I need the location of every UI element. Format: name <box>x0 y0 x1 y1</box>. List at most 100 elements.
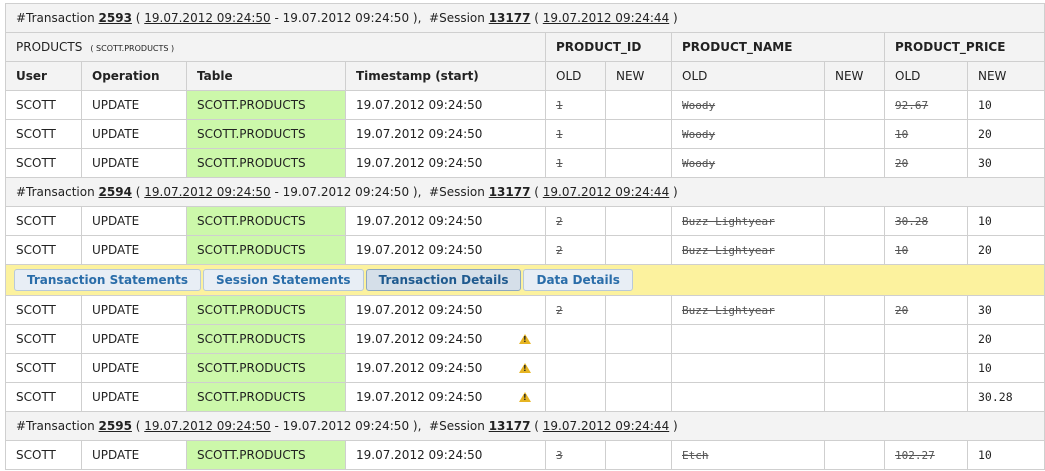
name-new-cell <box>824 90 885 120</box>
table-row[interactable]: SCOTT UPDATE SCOTT.PRODUCTS 19.07.2012 0… <box>5 295 1045 325</box>
price-new-cell: 10 <box>966 440 1045 470</box>
data-details-button[interactable]: Data Details <box>523 269 633 291</box>
operation-cell: UPDATE <box>81 90 187 120</box>
product-price-header[interactable]: PRODUCT_PRICE <box>883 32 1045 62</box>
name-old-value: Buzz Lightyear <box>682 215 775 228</box>
timestamp-value: 19.07.2012 09:24:50 <box>356 127 483 141</box>
name-old-cell: Etch <box>671 440 825 470</box>
user-cell: SCOTT <box>5 440 82 470</box>
table-row[interactable]: SCOTT UPDATE SCOTT.PRODUCTS 19.07.2012 0… <box>5 353 1045 383</box>
table-cell: SCOTT.PRODUCTS <box>186 382 346 412</box>
name-old-cell: Buzz Lightyear <box>671 235 825 265</box>
session-id-link[interactable]: 13177 <box>489 185 531 199</box>
id-old-cell: 2 <box>545 206 606 236</box>
transaction-start-link[interactable]: 19.07.2012 09:24:50 <box>144 185 270 199</box>
session-statements-button[interactable]: Session Statements <box>203 269 364 291</box>
session-id-link[interactable]: 13177 <box>489 11 531 25</box>
transaction-prefix: #Transaction <box>16 419 95 433</box>
table-row[interactable]: SCOTT UPDATE SCOTT.PRODUCTS 19.07.2012 0… <box>5 382 1045 412</box>
audit-grid: #Transaction 2593 ( 19.07.2012 09:24:50 … <box>4 3 1045 470</box>
table-cell: SCOTT.PRODUCTS <box>186 148 346 178</box>
action-bar: Transaction Statements Session Statements… <box>4 264 1045 296</box>
price-old-value: 20 <box>895 304 909 317</box>
id-old-cell: 3 <box>545 440 606 470</box>
session-time-link[interactable]: 19.07.2012 09:24:44 <box>543 419 669 433</box>
transaction-row: #Transaction 2594 ( 19.07.2012 09:24:50 … <box>4 177 1045 207</box>
operation-cell: UPDATE <box>81 206 187 236</box>
user-cell: SCOTT <box>5 206 82 236</box>
transaction-details-button[interactable]: Transaction Details <box>365 269 522 291</box>
table-row[interactable]: SCOTT UPDATE SCOTT.PRODUCTS 19.07.2012 0… <box>5 324 1045 354</box>
transaction-row: #Transaction 2595 ( 19.07.2012 09:24:50 … <box>4 411 1045 441</box>
warning-icon <box>519 392 531 402</box>
timestamp-value: 19.07.2012 09:24:50 <box>356 448 483 462</box>
name-old-cell: Woody <box>671 119 825 149</box>
table-row[interactable]: SCOTT UPDATE SCOTT.PRODUCTS 19.07.2012 0… <box>5 90 1045 120</box>
operation-cell: UPDATE <box>81 382 187 412</box>
transaction-prefix: #Transaction <box>16 185 95 199</box>
user-cell: SCOTT <box>5 148 82 178</box>
table-header[interactable]: Table <box>186 61 346 91</box>
operation-cell: UPDATE <box>81 353 187 383</box>
table-cell: SCOTT.PRODUCTS <box>186 440 346 470</box>
price-new-cell: 20 <box>966 235 1045 265</box>
table-row[interactable]: SCOTT UPDATE SCOTT.PRODUCTS 19.07.2012 0… <box>5 235 1045 265</box>
price-old-cell: 10 <box>884 235 968 265</box>
price-old-cell <box>884 324 968 354</box>
name-new-cell <box>824 382 885 412</box>
session-time-link[interactable]: 19.07.2012 09:24:44 <box>543 185 669 199</box>
id-old-value: 2 <box>556 304 563 317</box>
timestamp-value: 19.07.2012 09:24:50 <box>356 156 483 170</box>
transaction-id-link[interactable]: 2595 <box>99 419 132 433</box>
price-old-cell: 20 <box>884 148 968 178</box>
transaction-end: 19.07.2012 09:24:50 <box>282 11 410 25</box>
product-id-header[interactable]: PRODUCT_ID <box>545 32 672 62</box>
table-row[interactable]: SCOTT UPDATE SCOTT.PRODUCTS 19.07.2012 0… <box>5 119 1045 149</box>
product-name-header[interactable]: PRODUCT_NAME <box>671 32 885 62</box>
table-row[interactable]: SCOTT UPDATE SCOTT.PRODUCTS 19.07.2012 0… <box>5 440 1045 470</box>
user-cell: SCOTT <box>5 382 82 412</box>
timestamp-cell: 19.07.2012 09:24:50 <box>345 235 546 265</box>
session-id-link[interactable]: 13177 <box>489 419 531 433</box>
name-old-value: Woody <box>682 128 716 141</box>
id-new-cell <box>605 235 672 265</box>
transaction-header: #Transaction 2594 ( 19.07.2012 09:24:50 … <box>4 177 1045 207</box>
price-new-cell: 10 <box>966 206 1045 236</box>
timestamp-value: 19.07.2012 09:24:50 <box>356 214 483 228</box>
timestamp-header[interactable]: Timestamp (start) <box>345 61 546 91</box>
operation-header[interactable]: Operation <box>81 61 187 91</box>
transaction-end: 19.07.2012 09:24:50 <box>282 419 410 433</box>
id-old-cell: 2 <box>545 235 606 265</box>
name-old-cell: Buzz Lightyear <box>671 206 825 236</box>
price-new-cell: 30 <box>966 148 1045 178</box>
table-row[interactable]: SCOTT UPDATE SCOTT.PRODUCTS 19.07.2012 0… <box>5 206 1045 236</box>
id-new-cell <box>605 324 672 354</box>
name-new-header: NEW <box>824 61 885 91</box>
id-old-cell <box>545 353 606 383</box>
transaction-start-link[interactable]: 19.07.2012 09:24:50 <box>144 419 270 433</box>
table-cell: SCOTT.PRODUCTS <box>186 295 346 325</box>
price-old-header: OLD <box>884 61 968 91</box>
id-old-value: 2 <box>556 215 563 228</box>
table-cell: SCOTT.PRODUCTS <box>186 235 346 265</box>
transaction-start-link[interactable]: 19.07.2012 09:24:50 <box>144 11 270 25</box>
operation-cell: UPDATE <box>81 440 187 470</box>
operation-cell: UPDATE <box>81 148 187 178</box>
id-new-cell <box>605 206 672 236</box>
timestamp-value: 19.07.2012 09:24:50 <box>356 98 483 112</box>
name-old-value: Etch <box>682 449 709 462</box>
session-time-link[interactable]: 19.07.2012 09:24:44 <box>543 11 669 25</box>
table-cell: SCOTT.PRODUCTS <box>186 90 346 120</box>
user-header[interactable]: User <box>5 61 82 91</box>
table-row[interactable]: SCOTT UPDATE SCOTT.PRODUCTS 19.07.2012 0… <box>5 148 1045 178</box>
price-new-cell: 20 <box>966 324 1045 354</box>
timestamp-cell: 19.07.2012 09:24:50 <box>345 90 546 120</box>
audit-table: #Transaction 2593 ( 19.07.2012 09:24:50 … <box>4 3 1045 470</box>
name-old-cell <box>671 353 825 383</box>
transaction-statements-button[interactable]: Transaction Statements <box>14 269 202 291</box>
transaction-id-link[interactable]: 2594 <box>99 185 132 199</box>
transaction-id-link[interactable]: 2593 <box>99 11 132 25</box>
operation-cell: UPDATE <box>81 235 187 265</box>
price-new-cell: 10 <box>966 353 1045 383</box>
price-old-value: 92.67 <box>895 99 929 112</box>
